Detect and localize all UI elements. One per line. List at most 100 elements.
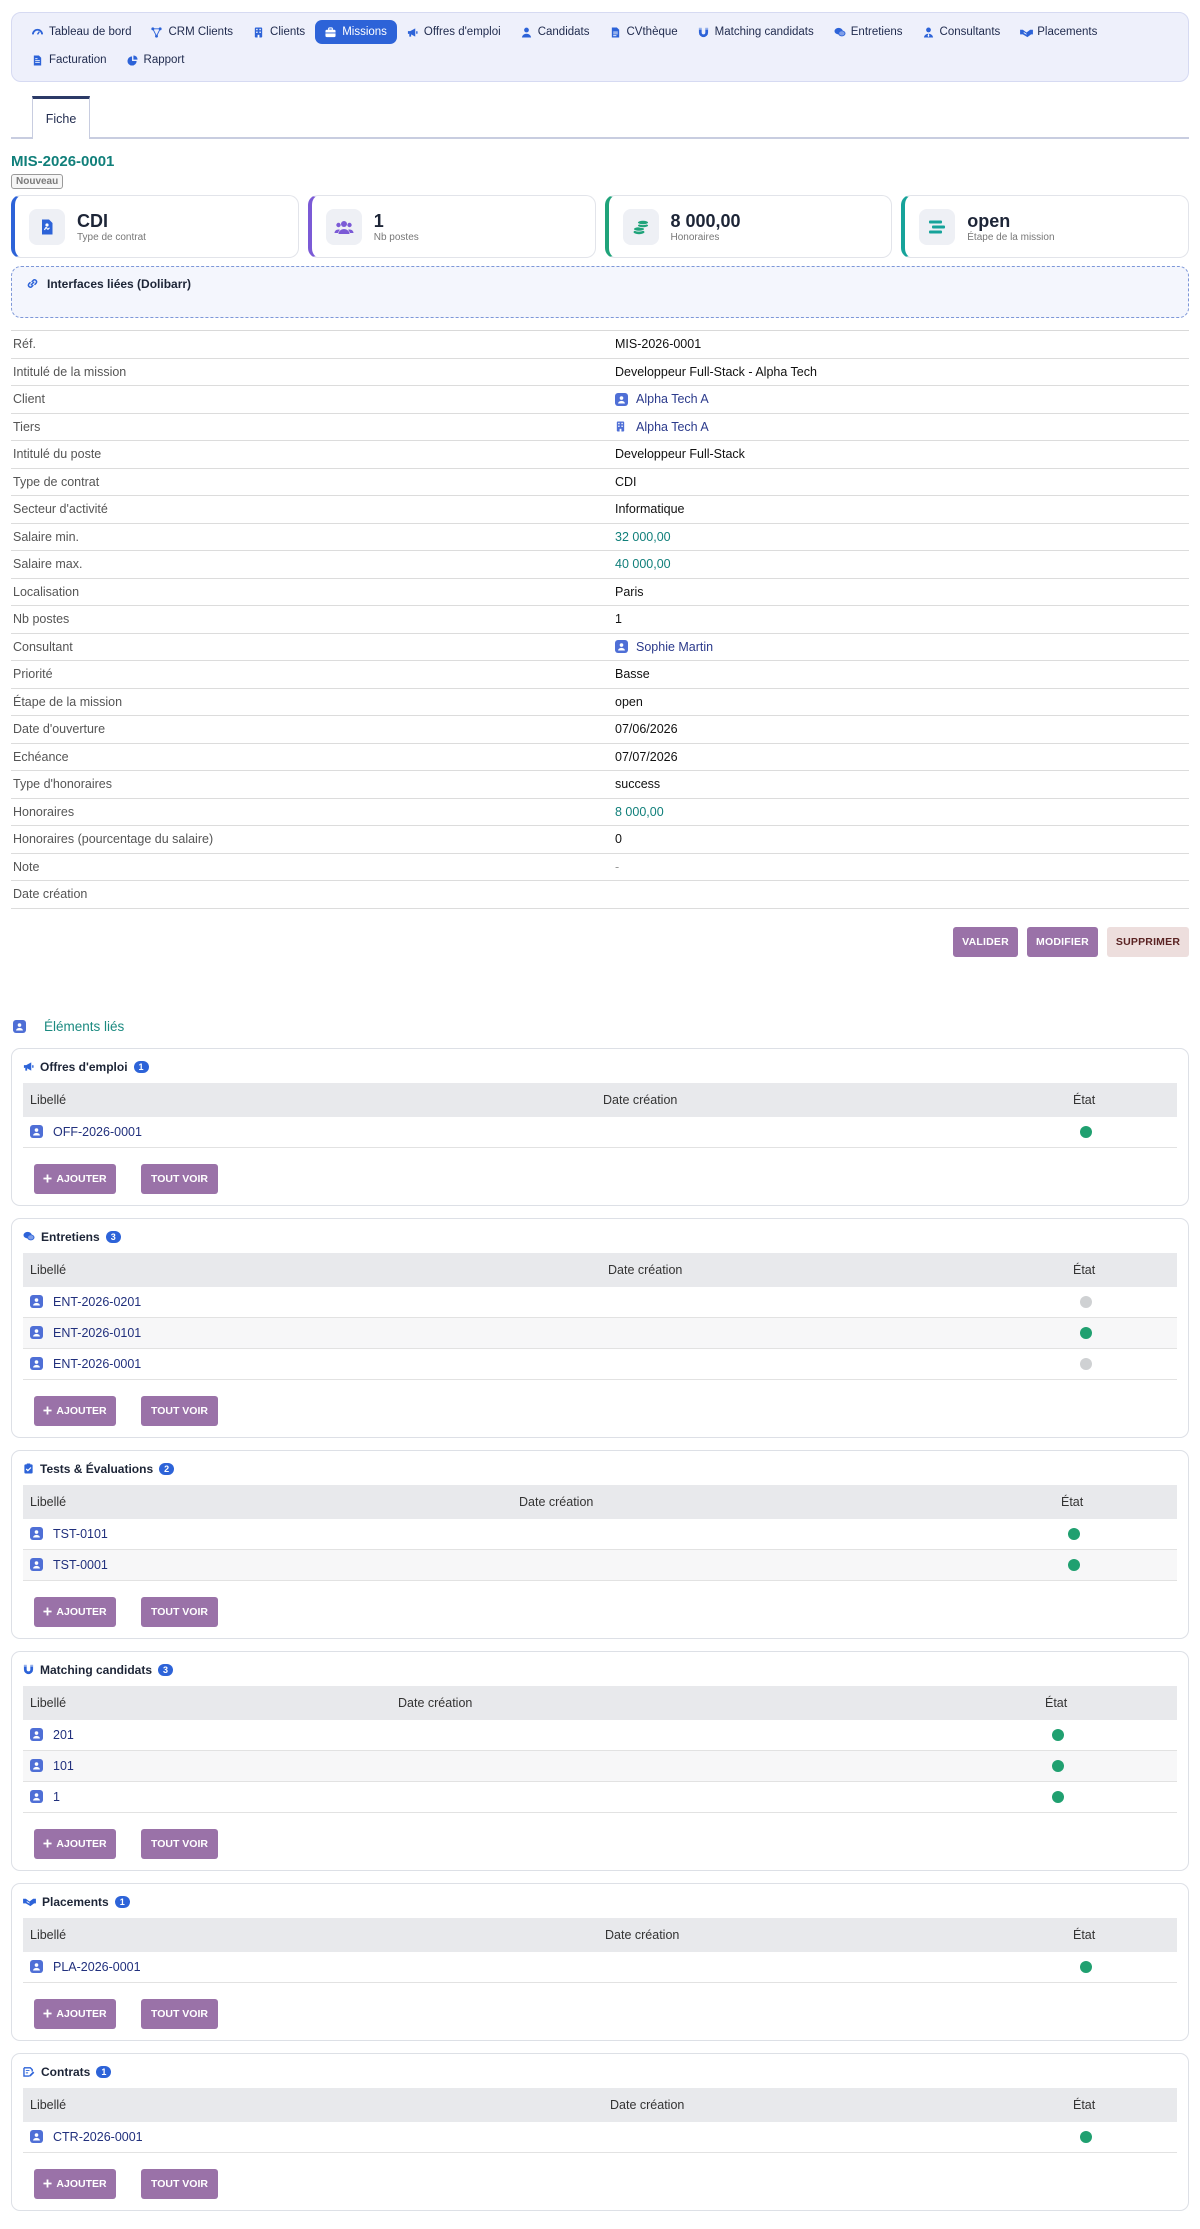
column-header: État — [1061, 1494, 1084, 1509]
table-row[interactable]: ENT-2026-0201 — [23, 1287, 1177, 1318]
detail-value: success — [615, 777, 1189, 791]
add-button-label: AJOUTER — [56, 1605, 107, 1618]
validate-button[interactable]: VALIDER — [953, 926, 1018, 957]
edit-button[interactable]: MODIFIER — [1027, 926, 1098, 957]
nav-item-offres-d-emploi[interactable]: Offres d'emploi — [397, 20, 511, 44]
kpi-label: Honoraires — [670, 231, 720, 243]
add-button[interactable]: AJOUTER — [34, 1998, 116, 2029]
view-all-button[interactable]: TOUT VOIR — [141, 1596, 218, 1627]
row-label-cell[interactable]: 1 — [23, 1790, 398, 1804]
record-icon — [30, 1326, 43, 1339]
add-button[interactable]: AJOUTER — [34, 1395, 116, 1426]
delete-button[interactable]: SUPPRIMER — [1107, 926, 1189, 957]
table-row[interactable]: TST-0101 — [23, 1519, 1177, 1550]
row-label[interactable]: 201 — [53, 1728, 74, 1742]
column-header: Libellé — [30, 1092, 67, 1107]
table-row[interactable]: TST-0001 — [23, 1549, 1177, 1581]
detail-label: Intitulé de la mission — [13, 364, 127, 379]
panel-contrats: Contrats 1 Libellé Date création État CTR-202… — [11, 2052, 1189, 2211]
row-label[interactable]: ENT-2026-0001 — [53, 1357, 141, 1371]
table-row[interactable]: OFF-2026-0001 — [23, 1117, 1177, 1148]
nav-item-clients[interactable]: Clients — [243, 20, 315, 44]
row-label-cell[interactable]: 201 — [23, 1728, 398, 1742]
nav-item-tableau-de-bord[interactable]: Tableau de bord — [22, 20, 141, 44]
record-icon — [30, 1558, 43, 1571]
view-all-button[interactable]: TOUT VOIR — [141, 1828, 218, 1859]
tab-fiche[interactable]: Fiche — [32, 96, 90, 139]
count-badge: 3 — [105, 1230, 121, 1243]
row-label[interactable]: TST-0101 — [53, 1527, 108, 1541]
row-label-cell[interactable]: 101 — [23, 1759, 398, 1773]
table-row[interactable]: PLA-2026-0001 — [23, 1952, 1177, 1983]
row-label[interactable]: ENT-2026-0101 — [53, 1326, 141, 1340]
row-label[interactable]: CTR-2026-0001 — [53, 2130, 143, 2144]
nav-item-placements[interactable]: Placements — [1010, 20, 1107, 44]
count-badge: 1 — [96, 2065, 112, 2078]
row-label-cell[interactable]: OFF-2026-0001 — [23, 1125, 603, 1139]
row-label[interactable]: TST-0001 — [53, 1558, 108, 1572]
detail-label: Localisation — [13, 584, 80, 599]
detail-row: Date création — [11, 881, 1189, 909]
nav-item-rapport[interactable]: Rapport — [117, 48, 195, 72]
row-label-cell[interactable]: ENT-2026-0001 — [23, 1357, 608, 1371]
status-dot — [1068, 1558, 1080, 1571]
detail-value: 8 000,00 — [615, 805, 1189, 819]
panel-actions: AJOUTER TOUT VOIR — [23, 1828, 1177, 1859]
table-row[interactable]: 201 — [23, 1720, 1177, 1751]
record-icon — [30, 1790, 43, 1803]
handshake-icon — [1020, 27, 1034, 38]
nav-item-missions[interactable]: Missions — [315, 20, 397, 44]
table-row[interactable]: 1 — [23, 1782, 1177, 1813]
table-row[interactable]: 101 — [23, 1750, 1177, 1782]
nav-item-facturation[interactable]: Facturation — [22, 48, 117, 72]
nav-item-crm-clients[interactable]: CRM Clients — [141, 20, 243, 44]
add-button[interactable]: AJOUTER — [34, 2168, 116, 2199]
add-button[interactable]: AJOUTER — [34, 1828, 116, 1859]
add-button[interactable]: AJOUTER — [34, 1163, 116, 1194]
nav-item-label: Placements — [1037, 26, 1098, 38]
view-all-button[interactable]: TOUT VOIR — [141, 1998, 218, 2029]
row-label-cell[interactable]: PLA-2026-0001 — [23, 1960, 605, 1974]
row-label[interactable]: PLA-2026-0001 — [53, 1960, 141, 1974]
column-header: Date création — [519, 1494, 594, 1509]
row-label[interactable]: ENT-2026-0201 — [53, 1295, 141, 1309]
row-label-cell[interactable]: ENT-2026-0201 — [23, 1295, 608, 1309]
table-row[interactable]: ENT-2026-0101 — [23, 1317, 1177, 1349]
panel-entretiens: Entretiens 3 Libellé Date création État ENT-2… — [11, 1217, 1189, 1438]
panel-header: Tests & Évaluations 2 — [23, 1460, 1177, 1478]
view-all-button[interactable]: TOUT VOIR — [141, 1163, 218, 1194]
view-all-button[interactable]: TOUT VOIR — [141, 2168, 218, 2199]
detail-value[interactable]: Alpha Tech A — [615, 420, 1189, 434]
detail-value: CDI — [615, 475, 1189, 489]
detail-value-text: Informatique — [615, 502, 685, 517]
nav-item-candidats[interactable]: Candidats — [511, 20, 600, 44]
add-button[interactable]: AJOUTER — [34, 1596, 116, 1627]
row-label-cell[interactable]: CTR-2026-0001 — [23, 2130, 610, 2144]
nav-item-cvtheque[interactable]: CVthèque — [600, 20, 688, 44]
table-row[interactable]: ENT-2026-0001 — [23, 1349, 1177, 1380]
detail-label: Intitulé du poste — [13, 447, 102, 462]
detail-value-text: 0 — [615, 832, 622, 847]
coins-icon — [622, 208, 659, 245]
nav-item-consultants[interactable]: Consultants — [913, 20, 1011, 44]
building-icon — [615, 421, 626, 432]
detail-value-text: Sophie Martin — [636, 639, 714, 654]
table-row[interactable]: CTR-2026-0001 — [23, 2122, 1177, 2153]
detail-value[interactable]: Sophie Martin — [615, 640, 1189, 654]
nav-item-matching-candidats[interactable]: Matching candidats — [688, 20, 824, 44]
row-label[interactable]: OFF-2026-0001 — [53, 1125, 142, 1139]
nav-item-label: Offres d'emploi — [423, 26, 501, 38]
view-all-button[interactable]: TOUT VOIR — [141, 1395, 218, 1426]
row-state-cell — [1061, 1558, 1177, 1571]
kpi-text: CDI Type de contrat — [77, 211, 146, 243]
detail-label: Honoraires — [13, 804, 75, 819]
detail-value[interactable]: Alpha Tech A — [615, 392, 1189, 406]
row-label-cell[interactable]: ENT-2026-0101 — [23, 1326, 608, 1340]
row-label[interactable]: 101 — [53, 1759, 74, 1773]
row-label-cell[interactable]: TST-0001 — [23, 1558, 519, 1572]
row-label[interactable]: 1 — [53, 1790, 60, 1804]
row-label-cell[interactable]: TST-0101 — [23, 1527, 519, 1541]
nav-item-entretiens[interactable]: Entretiens — [824, 20, 913, 44]
kpi-label: Étape de la mission — [967, 231, 1055, 243]
kpi-cards: CDI Type de contrat 1 Nb postes 8 000,00 Hono… — [11, 195, 1189, 258]
